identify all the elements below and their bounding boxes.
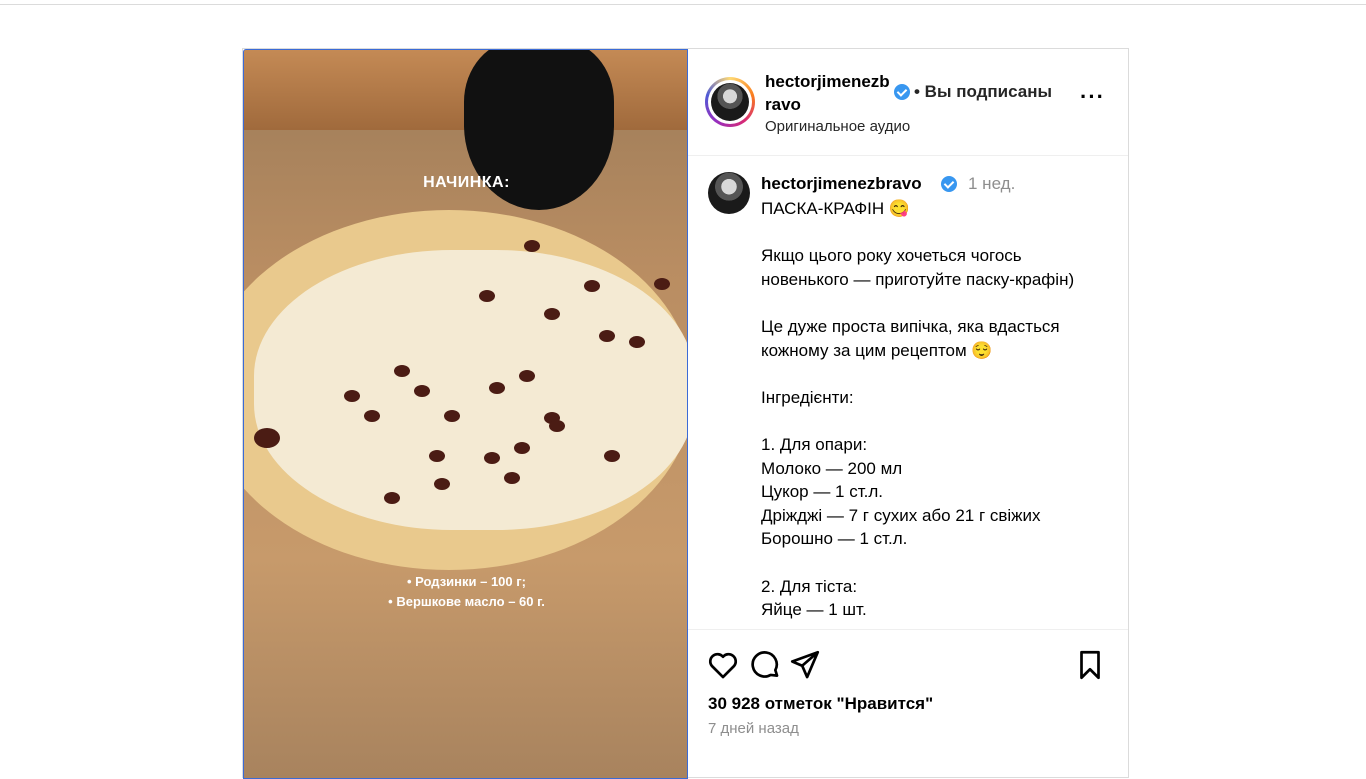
raisin — [514, 442, 530, 454]
raisin — [629, 336, 645, 348]
raisin — [519, 370, 535, 382]
author-username[interactable]: hectorjimenezbravo — [765, 70, 890, 116]
follow-status[interactable]: • Вы подписаны — [914, 82, 1052, 102]
raisin — [444, 410, 460, 422]
raisin — [434, 478, 450, 490]
raisin — [544, 308, 560, 320]
raisin — [489, 382, 505, 394]
caption-line: • Родзинки – 100 г; — [407, 574, 526, 589]
raisin — [604, 450, 620, 462]
caption-username[interactable]: hectorjimenezbravo — [761, 174, 922, 194]
raisin — [524, 240, 540, 252]
raisin — [364, 410, 380, 422]
story-ring[interactable] — [705, 77, 755, 127]
likes-count[interactable]: 30 928 отметок "Нравится" — [708, 694, 933, 714]
raisin — [429, 450, 445, 462]
post-sidebar: hectorjimenezbravo • Вы подписаны Оригин… — [688, 49, 1128, 779]
post-date[interactable]: 7 дней назад — [708, 720, 799, 737]
butter-spread — [254, 250, 687, 530]
caption-time[interactable]: 1 нед. — [968, 174, 1015, 194]
caption-text: ПАСКА-КРАФІН 😋 Якщо цього року хочеться … — [761, 199, 1075, 620]
overlay-title: НАЧИНКА: — [423, 174, 510, 191]
post-video[interactable]: НАЧИНКА: • Родзинки – 100 г; • Вершкове … — [243, 49, 688, 779]
caption-line: • Вершкове масло – 60 г. — [388, 594, 545, 609]
raisin — [414, 385, 430, 397]
raisin — [504, 472, 520, 484]
audio-link[interactable]: Оригинальное аудио — [765, 118, 910, 135]
overlay-caption: • Родзинки – 100 г; • Вершкове масло – 6… — [244, 572, 687, 612]
more-icon[interactable]: ··· — [1080, 86, 1104, 113]
verified-icon — [941, 176, 957, 192]
raisin — [549, 420, 565, 432]
post-header: hectorjimenezbravo • Вы подписаны Оригин… — [688, 49, 1128, 156]
top-divider — [0, 4, 1366, 5]
heart-icon[interactable] — [706, 648, 740, 682]
raisin — [254, 428, 280, 448]
action-bar: 30 928 отметок "Нравится" 7 дней назад — [688, 629, 1128, 779]
raisin — [394, 365, 410, 377]
post-dialog: НАЧИНКА: • Родзинки – 100 г; • Вершкове … — [242, 48, 1129, 779]
verified-icon — [894, 84, 910, 100]
raisin — [384, 492, 400, 504]
bookmark-icon[interactable] — [1073, 648, 1107, 682]
avatar[interactable] — [711, 83, 749, 121]
comment-icon[interactable] — [748, 648, 782, 682]
raisin — [484, 452, 500, 464]
avatar[interactable] — [708, 172, 750, 214]
raisin — [599, 330, 615, 342]
share-icon[interactable] — [788, 648, 822, 682]
raisin — [584, 280, 600, 292]
caption-section: hectorjimenezbravo 1 нед. ПАСКА-КРАФІН 😋… — [688, 157, 1128, 629]
raisin — [344, 390, 360, 402]
raisin — [479, 290, 495, 302]
raisin — [654, 278, 670, 290]
